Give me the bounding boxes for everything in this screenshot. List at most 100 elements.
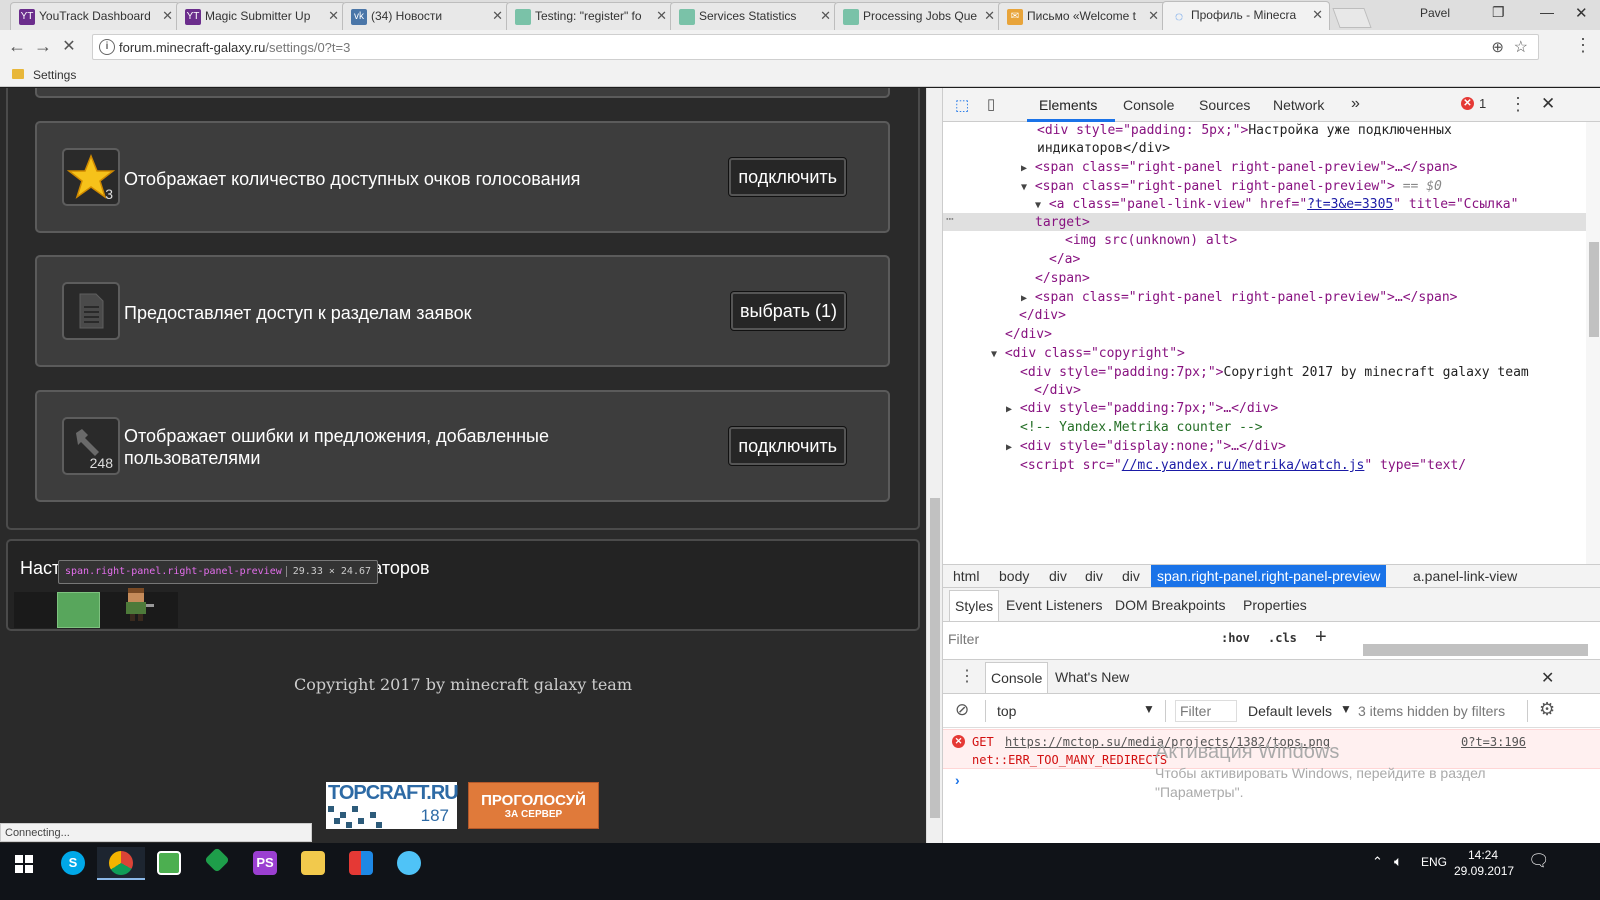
notifications-icon[interactable]: 🗨︎ — [1528, 851, 1550, 871]
dom-line[interactable]: индикаторов</div> — [1037, 140, 1170, 158]
console-prompt[interactable]: › — [955, 772, 960, 788]
chevron-down-icon[interactable]: ▼ — [1340, 702, 1352, 716]
collapse-triangle-icon[interactable]: ▼ — [1021, 182, 1027, 193]
dom-line[interactable]: </span> — [1035, 270, 1090, 288]
chevron-down-icon[interactable]: ▼ — [1143, 702, 1155, 716]
connect-button[interactable]: подключить — [729, 427, 846, 465]
dom-link[interactable]: //mc.yandex.ru/metrika/watch.js — [1122, 458, 1365, 473]
taskbar-app[interactable] — [193, 847, 241, 880]
tab-network[interactable]: Network — [1273, 97, 1324, 113]
styles-scroll-thumb[interactable] — [1363, 644, 1588, 656]
dom-line[interactable]: ▶ <span class="right-panel right-panel-p… — [1021, 289, 1458, 308]
close-icon[interactable]: ✕ — [984, 8, 995, 24]
expand-triangle-icon[interactable]: ▶ — [1006, 404, 1012, 415]
tab-drawer-console[interactable]: Console — [985, 662, 1049, 693]
taskbar-app[interactable] — [385, 847, 433, 880]
menu-icon[interactable]: ⋮ — [1574, 35, 1592, 56]
collapse-triangle-icon[interactable]: ▼ — [991, 349, 997, 360]
dom-line[interactable]: </div> — [1005, 326, 1052, 344]
tab-mail-welcome[interactable]: ✉ Письмо «Welcome t ✕ — [998, 2, 1166, 30]
close-icon[interactable]: ✕ — [162, 8, 173, 24]
taskbar-app[interactable] — [337, 847, 385, 880]
clear-console-icon[interactable]: ⊘ — [955, 700, 969, 720]
expand-triangle-icon[interactable]: ▶ — [1006, 442, 1012, 453]
levels-select[interactable]: Default levels — [1248, 703, 1332, 719]
crumb-div[interactable]: div — [1122, 568, 1140, 584]
scroll-thumb[interactable] — [930, 498, 940, 818]
start-button[interactable] — [0, 847, 48, 880]
taskbar-chrome[interactable] — [97, 847, 145, 880]
more-tabs-icon[interactable]: » — [1351, 95, 1360, 113]
taskbar-explorer[interactable] — [289, 847, 337, 880]
tab-event-listeners[interactable]: Event Listeners — [1006, 597, 1103, 613]
crumb-div[interactable]: div — [1049, 568, 1067, 584]
window-close-icon[interactable]: ✕ — [1575, 4, 1588, 22]
drawer-close-icon[interactable]: ✕ — [1541, 668, 1554, 688]
tab-dom-breakpoints[interactable]: DOM Breakpoints — [1115, 597, 1225, 613]
dom-link[interactable]: ?t=3&e=3305 — [1307, 197, 1393, 212]
crumb-span-selected[interactable]: span.right-panel.right-panel-preview — [1151, 565, 1387, 587]
bookmark-settings[interactable]: Settings — [33, 68, 76, 82]
cls-toggle[interactable]: .cls — [1268, 631, 1297, 645]
dom-line[interactable]: <div style="padding: 5px;">Настройка уже… — [1037, 122, 1452, 140]
dom-line[interactable]: </div> — [1034, 382, 1081, 400]
node-actions-icon[interactable]: ⋯ — [946, 211, 954, 229]
error-icon[interactable]: ✕ — [1461, 97, 1474, 110]
connect-button[interactable]: подключить — [729, 158, 846, 196]
dom-line[interactable]: </a> — [1049, 251, 1080, 269]
tab-properties[interactable]: Properties — [1243, 597, 1307, 613]
dom-line[interactable]: ▶ <span class="right-panel right-panel-p… — [1021, 159, 1458, 178]
error-count[interactable]: 1 — [1479, 96, 1486, 111]
crumb-div[interactable]: div — [1085, 568, 1103, 584]
vote-banner[interactable]: ПРОГОЛОСУЙ ЗА СЕРВЕР — [468, 782, 599, 829]
inspect-element-icon[interactable]: ⬚ — [955, 96, 969, 114]
close-icon[interactable]: ✕ — [1312, 7, 1323, 23]
taskbar-app[interactable] — [145, 847, 193, 880]
close-icon[interactable]: ✕ — [492, 8, 503, 24]
expand-triangle-icon[interactable]: ▶ — [1021, 163, 1027, 174]
tab-styles[interactable]: Styles — [949, 590, 1000, 621]
styles-filter-input[interactable]: Filter — [948, 631, 979, 647]
profile-name[interactable]: Pavel — [1420, 6, 1450, 20]
add-rule-icon[interactable]: + — [1315, 626, 1327, 649]
crumb-a[interactable]: a.panel-link-view — [1413, 568, 1517, 584]
tab-magic-submitter[interactable]: YT Magic Submitter Up ✕ — [176, 2, 346, 30]
hov-toggle[interactable]: :hov — [1221, 631, 1250, 645]
dom-line[interactable]: target> — [1035, 214, 1090, 232]
tab-whats-new[interactable]: What's New — [1055, 669, 1129, 685]
tab-youtrack-dashboard[interactable]: YT YouTrack Dashboard ✕ — [10, 2, 180, 30]
dom-line[interactable]: <div style="padding:7px;">Copyright 2017… — [1020, 364, 1529, 382]
close-icon[interactable]: ✕ — [656, 8, 667, 24]
scroll-thumb[interactable] — [1589, 242, 1599, 337]
tab-sources[interactable]: Sources — [1199, 97, 1250, 113]
tab-testing-register[interactable]: Testing: "register" fo ✕ — [506, 2, 674, 30]
dom-line[interactable]: ▼ <div class="copyright"> — [991, 345, 1185, 364]
devtools-menu-icon[interactable]: ⋮ — [1509, 94, 1527, 115]
forward-icon[interactable]: → — [32, 36, 54, 57]
site-info-icon[interactable]: i — [99, 39, 115, 55]
dom-line[interactable]: <script src="//mc.yandex.ru/metrika/watc… — [1020, 457, 1466, 475]
console-filter-input[interactable]: Filter — [1175, 700, 1237, 722]
close-icon[interactable]: ✕ — [1148, 8, 1159, 24]
language-indicator[interactable]: ENG — [1421, 855, 1447, 869]
tab-vk-news[interactable]: vk (34) Новости ✕ — [342, 2, 510, 30]
gear-icon[interactable]: ⚙ — [1539, 699, 1555, 720]
clock[interactable]: 14:24 29.09.2017 — [1454, 847, 1514, 879]
crumb-html[interactable]: html — [953, 568, 979, 584]
dom-line[interactable]: </div> — [1019, 307, 1066, 325]
bookmark-star-icon[interactable]: ☆ — [1514, 37, 1528, 57]
dom-line[interactable]: <!-- Yandex.Metrika counter --> — [1020, 419, 1263, 437]
tab-console[interactable]: Console — [1123, 97, 1174, 113]
drawer-menu-icon[interactable]: ⋮ — [959, 666, 975, 686]
dom-line[interactable]: ▶ <div style="display:none;">…</div> — [1006, 438, 1286, 457]
back-icon[interactable]: ← — [6, 36, 28, 57]
elements-scrollbar[interactable] — [1586, 122, 1600, 564]
devtools-close-icon[interactable]: ✕ — [1541, 94, 1555, 114]
tab-processing-jobs[interactable]: Processing Jobs Que ✕ — [834, 2, 1002, 30]
stop-icon[interactable]: ✕ — [58, 36, 80, 56]
dom-line[interactable]: ▶ <div style="padding:7px;">…</div> — [1006, 400, 1278, 419]
dom-line[interactable]: ▼ <a class="panel-link-view" href="?t=3&… — [1035, 196, 1518, 215]
new-tab-button[interactable] — [1332, 8, 1372, 28]
restore-icon[interactable]: ❐ — [1492, 4, 1505, 21]
page-scrollbar[interactable] — [926, 88, 942, 843]
